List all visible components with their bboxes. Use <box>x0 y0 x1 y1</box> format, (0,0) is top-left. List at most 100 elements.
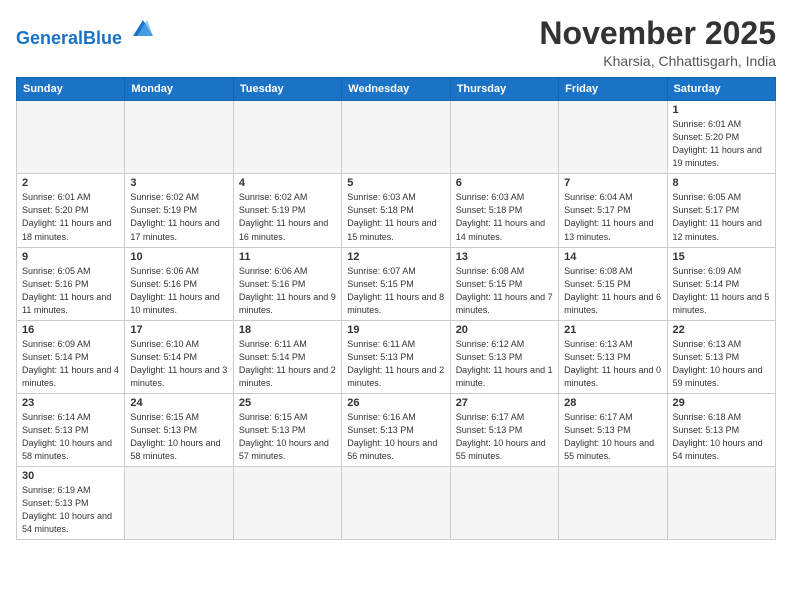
calendar-week-row: 16 Sunrise: 6:09 AM Sunset: 5:14 PM Dayli… <box>17 320 776 393</box>
calendar-cell: 17 Sunrise: 6:10 AM Sunset: 5:14 PM Dayli… <box>125 320 233 393</box>
day-info: Sunrise: 6:15 AM Sunset: 5:13 PM Dayligh… <box>130 411 227 463</box>
calendar-cell: 22Sunrise: 6:13 AM Sunset: 5:13 PM Dayli… <box>667 320 775 393</box>
day-info: Sunrise: 6:10 AM Sunset: 5:14 PM Dayligh… <box>130 338 227 390</box>
logo: GeneralBlue <box>16 20 157 49</box>
calendar-cell: 15 Sunrise: 6:09 AM Sunset: 5:14 PM Dayli… <box>667 247 775 320</box>
calendar-cell: 2Sunrise: 6:01 AM Sunset: 5:20 PM Daylig… <box>17 174 125 247</box>
day-number: 12 <box>347 251 444 263</box>
day-info: Sunrise: 6:03 AM Sunset: 5:18 PM Dayligh… <box>347 191 444 243</box>
day-info: Sunrise: 6:08 AM Sunset: 5:15 PM Dayligh… <box>456 265 553 317</box>
day-info: Sunrise: 6:13 AM Sunset: 5:13 PM Dayligh… <box>564 338 661 390</box>
calendar-week-row: 9 Sunrise: 6:05 AM Sunset: 5:16 PM Daylig… <box>17 247 776 320</box>
day-info: Sunrise: 6:05 AM Sunset: 5:16 PM Dayligh… <box>22 265 119 317</box>
day-number: 29 <box>673 397 770 409</box>
day-number: 6 <box>456 177 553 189</box>
calendar-week-row: 1 Sunrise: 6:01 AM Sunset: 5:20 PM Daylig… <box>17 101 776 174</box>
calendar-table: SundayMondayTuesdayWednesdayThursdayFrid… <box>16 77 776 540</box>
calendar-week-row: 23 Sunrise: 6:14 AM Sunset: 5:13 PM Dayli… <box>17 393 776 466</box>
day-info: Sunrise: 6:01 AM Sunset: 5:20 PM Dayligh… <box>673 118 770 170</box>
calendar-cell: 6 Sunrise: 6:03 AM Sunset: 5:18 PM Daylig… <box>450 174 558 247</box>
day-number: 5 <box>347 177 444 189</box>
day-number: 7 <box>564 177 661 189</box>
calendar-cell <box>450 467 558 540</box>
calendar-cell: 3 Sunrise: 6:02 AM Sunset: 5:19 PM Daylig… <box>125 174 233 247</box>
day-info: Sunrise: 6:18 AM Sunset: 5:13 PM Dayligh… <box>673 411 770 463</box>
calendar-cell: 8 Sunrise: 6:05 AM Sunset: 5:17 PM Daylig… <box>667 174 775 247</box>
day-number: 28 <box>564 397 661 409</box>
logo-icon <box>129 16 157 44</box>
calendar-cell: 5 Sunrise: 6:03 AM Sunset: 5:18 PM Daylig… <box>342 174 450 247</box>
day-info: Sunrise: 6:01 AM Sunset: 5:20 PM Dayligh… <box>22 191 119 243</box>
day-info: Sunrise: 6:06 AM Sunset: 5:16 PM Dayligh… <box>130 265 227 317</box>
day-info: Sunrise: 6:09 AM Sunset: 5:14 PM Dayligh… <box>22 338 119 390</box>
logo-text: GeneralBlue <box>16 28 127 48</box>
calendar-cell <box>233 101 341 174</box>
calendar-cell: 16 Sunrise: 6:09 AM Sunset: 5:14 PM Dayli… <box>17 320 125 393</box>
day-number: 8 <box>673 177 770 189</box>
day-info: Sunrise: 6:17 AM Sunset: 5:13 PM Dayligh… <box>564 411 661 463</box>
day-info: Sunrise: 6:05 AM Sunset: 5:17 PM Dayligh… <box>673 191 770 243</box>
col-header-tuesday: Tuesday <box>233 78 341 101</box>
calendar-cell: 10Sunrise: 6:06 AM Sunset: 5:16 PM Dayli… <box>125 247 233 320</box>
calendar-cell: 19 Sunrise: 6:11 AM Sunset: 5:13 PM Dayli… <box>342 320 450 393</box>
day-info: Sunrise: 6:19 AM Sunset: 5:13 PM Dayligh… <box>22 484 119 536</box>
day-number: 24 <box>130 397 227 409</box>
calendar-cell <box>233 467 341 540</box>
day-number: 30 <box>22 470 119 482</box>
day-info: Sunrise: 6:04 AM Sunset: 5:17 PM Dayligh… <box>564 191 661 243</box>
calendar-cell <box>559 467 667 540</box>
calendar-week-row: 2Sunrise: 6:01 AM Sunset: 5:20 PM Daylig… <box>17 174 776 247</box>
day-number: 20 <box>456 324 553 336</box>
calendar-cell <box>559 101 667 174</box>
day-number: 1 <box>673 104 770 116</box>
day-number: 23 <box>22 397 119 409</box>
calendar-cell <box>125 467 233 540</box>
day-info: Sunrise: 6:09 AM Sunset: 5:14 PM Dayligh… <box>673 265 770 317</box>
day-info: Sunrise: 6:14 AM Sunset: 5:13 PM Dayligh… <box>22 411 119 463</box>
day-info: Sunrise: 6:12 AM Sunset: 5:13 PM Dayligh… <box>456 338 553 390</box>
calendar-cell: 11Sunrise: 6:06 AM Sunset: 5:16 PM Dayli… <box>233 247 341 320</box>
day-info: Sunrise: 6:16 AM Sunset: 5:13 PM Dayligh… <box>347 411 444 463</box>
calendar-cell: 20 Sunrise: 6:12 AM Sunset: 5:13 PM Dayli… <box>450 320 558 393</box>
col-header-thursday: Thursday <box>450 78 558 101</box>
day-number: 15 <box>673 251 770 263</box>
day-number: 19 <box>347 324 444 336</box>
day-info: Sunrise: 6:13 AM Sunset: 5:13 PM Dayligh… <box>673 338 770 390</box>
day-info: Sunrise: 6:02 AM Sunset: 5:19 PM Dayligh… <box>130 191 227 243</box>
calendar-page: GeneralBlue November 2025 Kharsia, Chhat… <box>0 0 792 612</box>
logo-general: General <box>16 28 83 48</box>
day-number: 26 <box>347 397 444 409</box>
col-header-saturday: Saturday <box>667 78 775 101</box>
calendar-cell: 4Sunrise: 6:02 AM Sunset: 5:19 PM Daylig… <box>233 174 341 247</box>
col-header-friday: Friday <box>559 78 667 101</box>
day-number: 9 <box>22 251 119 263</box>
day-info: Sunrise: 6:06 AM Sunset: 5:16 PM Dayligh… <box>239 265 336 317</box>
calendar-header-row: SundayMondayTuesdayWednesdayThursdayFrid… <box>17 78 776 101</box>
header: GeneralBlue November 2025 Kharsia, Chhat… <box>16 16 776 69</box>
day-number: 21 <box>564 324 661 336</box>
day-number: 27 <box>456 397 553 409</box>
month-title: November 2025 <box>539 16 776 51</box>
calendar-cell: 25Sunrise: 6:15 AM Sunset: 5:13 PM Dayli… <box>233 393 341 466</box>
day-info: Sunrise: 6:15 AM Sunset: 5:13 PM Dayligh… <box>239 411 336 463</box>
calendar-cell: 24 Sunrise: 6:15 AM Sunset: 5:13 PM Dayli… <box>125 393 233 466</box>
calendar-cell: 1 Sunrise: 6:01 AM Sunset: 5:20 PM Daylig… <box>667 101 775 174</box>
col-header-wednesday: Wednesday <box>342 78 450 101</box>
calendar-cell: 28 Sunrise: 6:17 AM Sunset: 5:13 PM Dayli… <box>559 393 667 466</box>
calendar-cell: 7 Sunrise: 6:04 AM Sunset: 5:17 PM Daylig… <box>559 174 667 247</box>
title-block: November 2025 Kharsia, Chhattisgarh, Ind… <box>539 16 776 69</box>
col-header-monday: Monday <box>125 78 233 101</box>
day-number: 17 <box>130 324 227 336</box>
day-info: Sunrise: 6:11 AM Sunset: 5:13 PM Dayligh… <box>347 338 444 390</box>
calendar-cell: 9 Sunrise: 6:05 AM Sunset: 5:16 PM Daylig… <box>17 247 125 320</box>
calendar-cell: 12Sunrise: 6:07 AM Sunset: 5:15 PM Dayli… <box>342 247 450 320</box>
day-number: 3 <box>130 177 227 189</box>
col-header-sunday: Sunday <box>17 78 125 101</box>
day-number: 16 <box>22 324 119 336</box>
day-number: 13 <box>456 251 553 263</box>
calendar-cell <box>125 101 233 174</box>
day-info: Sunrise: 6:03 AM Sunset: 5:18 PM Dayligh… <box>456 191 553 243</box>
calendar-cell <box>342 101 450 174</box>
day-info: Sunrise: 6:17 AM Sunset: 5:13 PM Dayligh… <box>456 411 553 463</box>
calendar-cell: 29 Sunrise: 6:18 AM Sunset: 5:13 PM Dayli… <box>667 393 775 466</box>
